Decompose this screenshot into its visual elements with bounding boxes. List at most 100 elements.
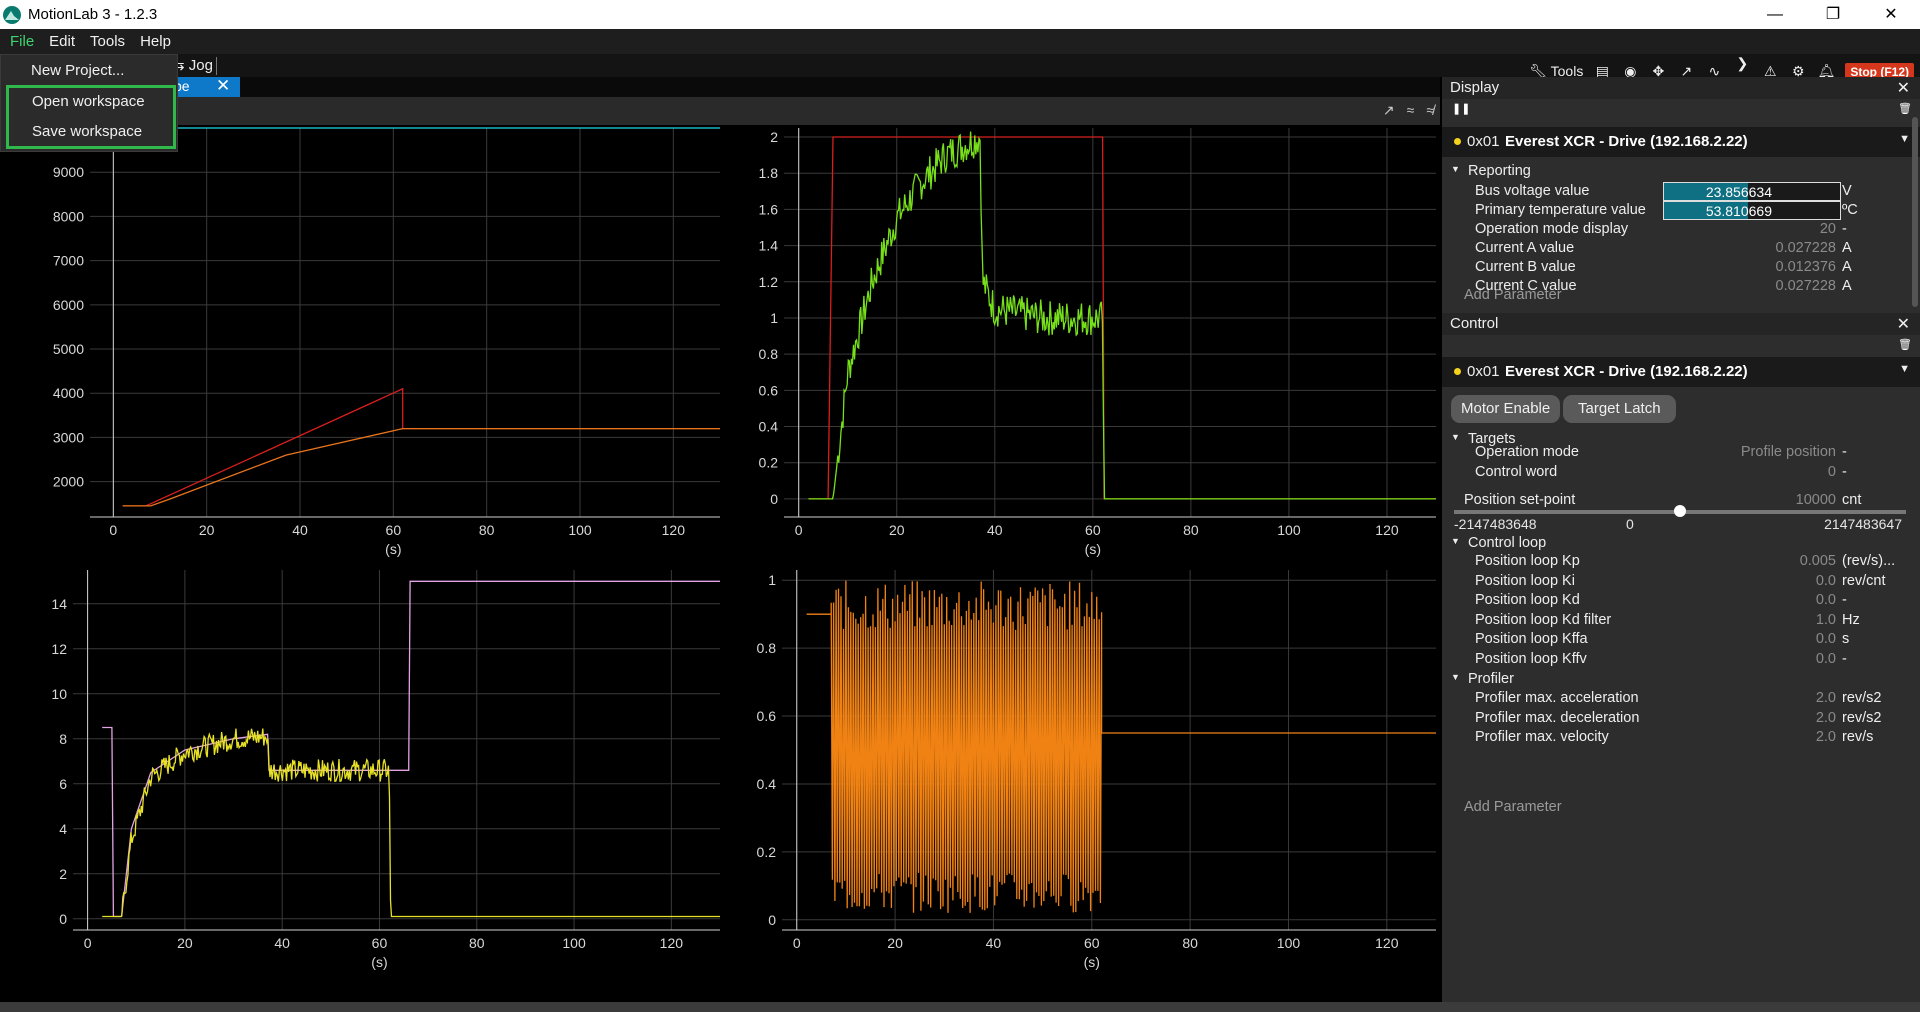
setpoint-value[interactable]: 10000 xyxy=(1796,492,1836,508)
y-tick-label: 0 xyxy=(59,911,67,927)
app-logo-icon xyxy=(3,5,21,24)
chevron-down-icon: ▼ xyxy=(1451,432,1460,442)
parameter-value[interactable]: Profile position xyxy=(1741,444,1836,460)
parameter-value[interactable]: 0.0 xyxy=(1816,651,1836,667)
menu-new-project[interactable]: New Project... xyxy=(31,62,124,79)
parameter-value[interactable]: 0.0 xyxy=(1816,592,1836,608)
minimize-icon[interactable]: — xyxy=(1746,0,1804,29)
x-tick-label: 80 xyxy=(1183,522,1199,538)
close-tab-icon[interactable]: ✕ xyxy=(216,76,230,96)
x-tick-label: 40 xyxy=(987,522,1003,538)
x-tick-label: 40 xyxy=(274,935,290,951)
x-tick-label: 100 xyxy=(562,935,586,951)
menu-edit[interactable]: Edit xyxy=(47,33,84,50)
parameter-label: Operation mode xyxy=(1475,444,1579,460)
parameter-unit: Hz xyxy=(1842,611,1860,628)
caret-down-icon[interactable]: ▼ xyxy=(1899,133,1910,145)
y-tick-label: 12 xyxy=(51,641,67,657)
parameter-value[interactable]: 2.0 xyxy=(1816,729,1836,745)
jog-button[interactable]: ⇆ Jog xyxy=(172,56,217,75)
parameter-unit: A xyxy=(1842,278,1852,294)
x-tick-label: 60 xyxy=(1084,935,1100,951)
y-tick-label: 1.4 xyxy=(759,238,779,254)
trash-icon[interactable]: 🗑︎ xyxy=(1898,338,1912,351)
pause-icon[interactable]: ❚❚ xyxy=(1452,102,1470,115)
parameter-value[interactable]: 0.0 xyxy=(1816,631,1836,647)
parameter-value[interactable]: 2.0 xyxy=(1816,690,1836,706)
device-id: 0x01 xyxy=(1467,363,1500,380)
parameter-label: Position loop Kd xyxy=(1475,592,1580,609)
parameter-value[interactable]: 2.0 xyxy=(1816,710,1836,726)
x-axis-label: (s) xyxy=(385,541,401,557)
close-display-icon[interactable]: ✕ xyxy=(1897,78,1910,98)
caret-down-icon[interactable]: ▼ xyxy=(1899,363,1910,375)
parameter-unit: - xyxy=(1842,221,1847,237)
menu-file[interactable]: File xyxy=(8,33,43,50)
y-tick-label: 1 xyxy=(770,310,778,326)
x-tick-label: 20 xyxy=(889,522,905,538)
parameter-value[interactable]: 0.005 xyxy=(1800,553,1836,569)
parameter-value[interactable]: 0 xyxy=(1828,464,1836,480)
slider-mid-label: 0 xyxy=(1626,516,1634,532)
parameter-unit: A xyxy=(1842,259,1852,275)
menu-bar: File Edit Tools Help xyxy=(0,29,1920,54)
x-tick-label: 20 xyxy=(177,935,193,951)
file-dropdown-menu: New Project... Open workspace Save works… xyxy=(0,54,178,152)
y-tick-label: 10 xyxy=(51,686,67,702)
x-tick-label: 40 xyxy=(292,522,308,538)
waveform-icon[interactable]: ≈ xyxy=(1407,102,1415,119)
control-device-header[interactable]: 0x01 Everest XCR - Drive (192.168.2.22) … xyxy=(1442,357,1920,387)
waveform-off-icon[interactable]: ≉ xyxy=(1426,102,1434,119)
parameter-unit: rev/cnt xyxy=(1842,572,1886,589)
x-axis-label: (s) xyxy=(1085,541,1101,557)
x-tick-label: 80 xyxy=(1182,935,1198,951)
y-tick-label: 0.8 xyxy=(757,640,777,656)
parameter-label: Profiler max. deceleration xyxy=(1475,709,1640,726)
toolbar: ⇆ Jog 🔧︎ Tools ▤ ◉ ✥ ↗ ∿ ❯_ ⚠ ⚙ 🔔︎ Stop … xyxy=(0,54,1920,88)
parameter-value[interactable]: 20 xyxy=(1820,221,1836,237)
control-panel-header: Control ✕ xyxy=(1442,313,1920,335)
status-dot xyxy=(1454,138,1461,145)
x-tick-label: 0 xyxy=(795,522,803,538)
add-parameter-control[interactable]: Add Parameter xyxy=(1464,799,1562,815)
display-device-header[interactable]: 0x01 Everest XCR - Drive (192.168.2.22) … xyxy=(1442,127,1920,157)
status-bar xyxy=(0,1002,1920,1012)
y-tick-label: 7000 xyxy=(53,253,84,269)
parameter-row: Profiler max. velocity 2.0 rev/s xyxy=(1442,727,1920,749)
y-tick-label: 3000 xyxy=(53,429,84,445)
device-id: 0x01 xyxy=(1467,133,1500,150)
close-control-icon[interactable]: ✕ xyxy=(1897,314,1910,334)
y-tick-label: 8000 xyxy=(53,208,84,224)
trash-icon[interactable]: 🗑︎ xyxy=(1898,102,1912,115)
restore-icon[interactable]: ❐ xyxy=(1804,0,1862,29)
x-tick-label: 120 xyxy=(1375,522,1399,538)
x-tick-label: 120 xyxy=(1375,935,1399,951)
y-tick-label: 0.4 xyxy=(757,776,777,792)
parameter-unit: - xyxy=(1842,444,1847,460)
line-chart-icon[interactable]: ↗ xyxy=(1383,102,1395,119)
y-tick-label: 0 xyxy=(770,491,778,507)
close-window-icon[interactable]: ✕ xyxy=(1862,0,1920,29)
menu-tools[interactable]: Tools xyxy=(88,33,134,50)
x-tick-label: 120 xyxy=(660,935,684,951)
series-line xyxy=(102,728,720,918)
parameter-label: Profiler max. velocity xyxy=(1475,729,1609,746)
parameter-value[interactable]: 0.0 xyxy=(1816,573,1836,589)
parameter-value[interactable]: 0.012376 xyxy=(1776,259,1836,275)
parameter-unit: V xyxy=(1842,183,1852,199)
menu-help[interactable]: Help xyxy=(138,33,180,50)
motor-enable-button[interactable]: Motor Enable xyxy=(1451,395,1561,423)
scope-plots-svg[interactable]: 0 20 40 60 80 100 1202000300040005000600070008… xyxy=(0,125,1440,1002)
target-latch-button[interactable]: Target Latch xyxy=(1563,395,1676,423)
y-tick-label: 14 xyxy=(51,596,67,612)
y-tick-label: 0.4 xyxy=(759,419,779,435)
reporting-section[interactable]: ▼ Reporting xyxy=(1442,161,1920,183)
parameter-unit: (rev/s)... xyxy=(1842,553,1896,569)
parameter-value[interactable]: 1.0 xyxy=(1816,612,1836,628)
x-tick-label: 100 xyxy=(1277,935,1301,951)
x-tick-label: 0 xyxy=(793,935,801,951)
parameter-value[interactable]: 0.027228 xyxy=(1776,240,1836,256)
parameter-label: Operation mode display xyxy=(1475,221,1629,237)
parameter-value[interactable]: 0.027228 xyxy=(1776,278,1836,294)
parameter-label: Current A value xyxy=(1475,240,1575,256)
